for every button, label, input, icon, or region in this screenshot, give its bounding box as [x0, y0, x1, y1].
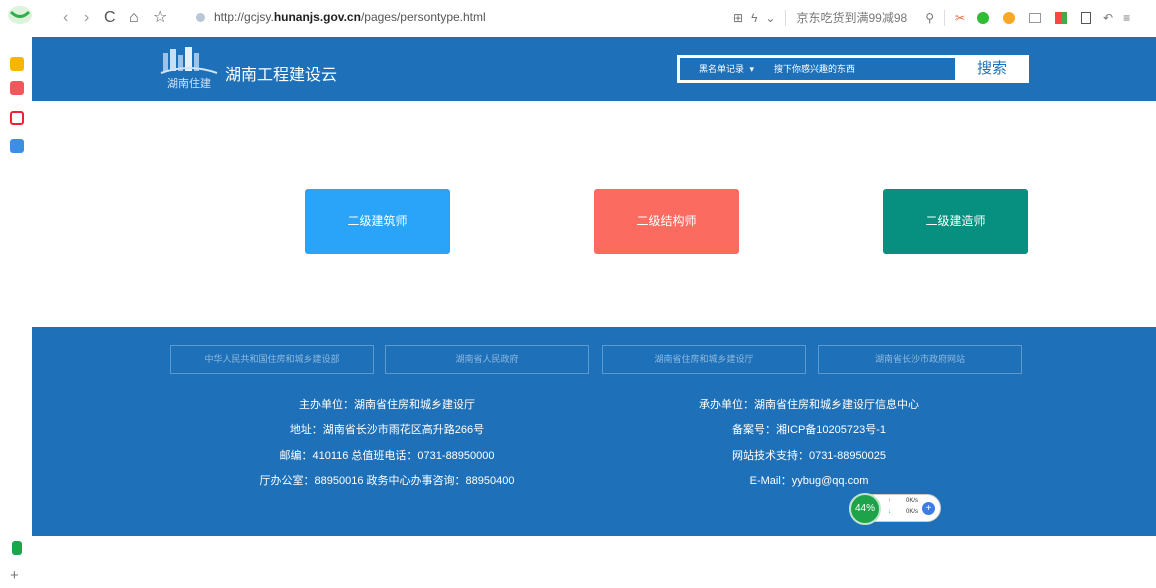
card-structural-engineer[interactable]: 二级结构师	[594, 189, 739, 254]
browser-toolbar: ‹ › C ⌂ ☆ http://gcjsy. hunanjs.gov.cn/pa…	[0, 0, 1156, 37]
scissors-icon[interactable]: ✂	[955, 11, 965, 25]
reload-icon[interactable]: C	[104, 10, 116, 26]
search-button[interactable]: 搜索	[955, 55, 1029, 83]
address-bar[interactable]: http://gcjsy. hunanjs.gov.cn/pages/person…	[196, 10, 486, 24]
weibo-icon[interactable]	[10, 111, 24, 125]
search-category-select[interactable]: 黑名单记录 ▾	[680, 58, 760, 80]
bolt-icon[interactable]: ϟ	[751, 11, 757, 25]
divider	[943, 9, 945, 26]
extension-shield-icon[interactable]	[1003, 11, 1016, 24]
screenshot-icon[interactable]	[1029, 12, 1042, 23]
network-speed-widget[interactable]: 44% ↑ 0K/s ↓ 0K/s +	[849, 493, 941, 525]
footer-tech-support: 网站技术支持：0731-88950025	[731, 450, 887, 462]
bookmark-star-icon[interactable]: ☆	[153, 10, 167, 26]
footer-icp: 备案号：湘ICP备10205723号-1	[731, 424, 887, 436]
download-arrow-icon: ↓	[888, 509, 891, 515]
grid-icon[interactable]: ⊞	[733, 11, 743, 25]
news-icon[interactable]	[10, 81, 24, 95]
extension-green-icon[interactable]	[977, 11, 990, 24]
menu-icon[interactable]: ≡	[1123, 11, 1130, 25]
footer-sponsor: 主办单位：湖南省住房和城乡建设厅	[299, 399, 475, 411]
favorites-icon[interactable]	[10, 57, 24, 71]
site-title[interactable]: 湖南工程建设云	[225, 61, 337, 85]
upload-arrow-icon: ↑	[888, 498, 891, 504]
search-icon[interactable]: ⚲	[925, 11, 934, 25]
footer-address: 地址：湖南省长沙市雨花区高升路266号	[289, 424, 485, 436]
footer-postcode-phone: 邮编：410116 总值班电话：0731-88950000	[279, 450, 495, 462]
chevron-down-icon: ▾	[749, 64, 754, 74]
home-icon[interactable]: ⌂	[129, 10, 139, 26]
site-security-icon	[196, 12, 205, 22]
back-icon[interactable]: ‹	[63, 10, 68, 26]
footer-organizer: 承办单位：湖南省住房和城乡建设厅信息中心	[699, 399, 919, 411]
browser-logo-icon[interactable]	[6, 4, 34, 26]
battery-icon[interactable]	[12, 541, 22, 555]
search-category-label: 黑名单记录	[699, 64, 745, 74]
search-box: 黑名单记录 ▾ 搜下你感兴趣的东西 搜索	[677, 55, 1029, 83]
add-icon[interactable]: +	[10, 567, 19, 584]
footer-email: E-Mail：yybug@qq.com	[749, 475, 869, 487]
upload-speed: 0K/s	[906, 498, 919, 504]
download-speed: 0K/s	[906, 509, 919, 515]
forward-icon[interactable]: ›	[84, 10, 89, 26]
footer-link-changsha-gov[interactable]: 湖南省长沙市政府网站	[818, 345, 1022, 374]
card-constructor[interactable]: 二级建造师	[883, 189, 1028, 254]
footer-office-phone: 厅办公室：88950016 政务中心办事咨询：88950400	[259, 475, 515, 487]
site-header: 湖南住建 湖南工程建设云 黑名单记录 ▾ 搜下你感兴趣的东西 搜索	[32, 37, 1156, 101]
url-path: /pages/persontype.html	[360, 10, 486, 24]
undo-icon[interactable]: ↶	[1103, 11, 1113, 25]
divider	[785, 9, 787, 26]
speed-percent: 44%	[849, 493, 881, 525]
url-prefix: http://gcjsy.	[214, 10, 274, 24]
footer-link-hunan-housing[interactable]: 湖南省住房和城乡建设厅	[602, 345, 806, 374]
footer-link-mohurd[interactable]: 中华人民共和国住房和城乡建设部	[170, 345, 374, 374]
reader-icon[interactable]	[1081, 11, 1092, 24]
chevron-down-icon[interactable]: ⌄	[765, 11, 775, 25]
logo-text: 湖南住建	[167, 76, 211, 90]
browser-right-tools: ⊞ ϟ ⌄ 京东吃货到满99减98 ⚲ ✂ ↶ ≡	[733, 9, 1130, 26]
footer-link-hunan-gov[interactable]: 湖南省人民政府	[385, 345, 589, 374]
site-footer: 中华人民共和国住房和城乡建设部 湖南省人民政府 湖南省住房和城乡建设厅 湖南省长…	[32, 327, 1156, 536]
promo-link[interactable]: 京东吃货到满99减98	[796, 9, 907, 26]
apps-icon[interactable]	[1055, 11, 1068, 24]
site-logo[interactable]: 湖南住建	[159, 43, 219, 93]
search-input[interactable]: 搜下你感兴趣的东西	[760, 58, 955, 80]
mail-icon[interactable]	[10, 139, 24, 153]
plus-icon[interactable]: +	[922, 502, 935, 515]
browser-sidebar: +	[0, 37, 32, 588]
url-domain: hunanjs.gov.cn	[273, 10, 361, 24]
card-architect[interactable]: 二级建筑师	[305, 189, 450, 254]
